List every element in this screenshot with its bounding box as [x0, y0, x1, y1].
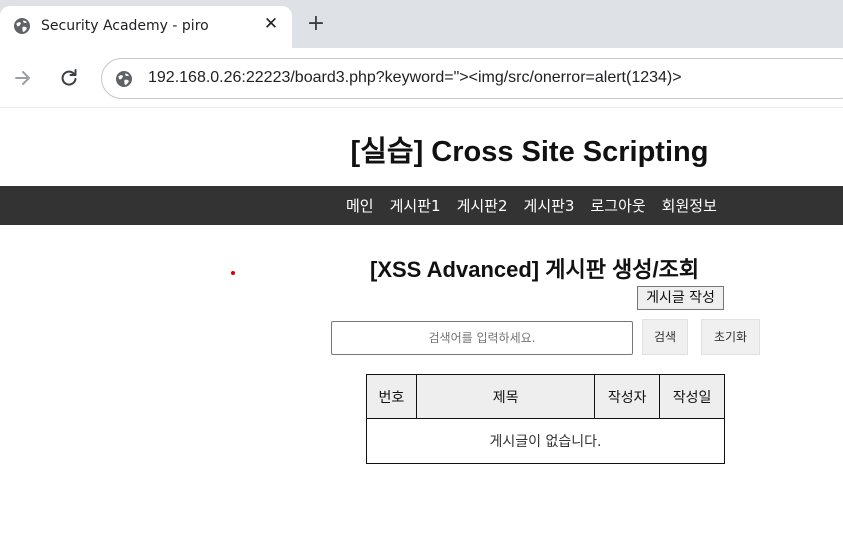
url-text[interactable]: 192.168.0.26:22223/board3.php?keyword=">… [148, 69, 682, 87]
nav-item-member-info[interactable]: 회원정보 [654, 195, 725, 216]
new-tab-button[interactable]: + [305, 13, 327, 35]
browser-tab[interactable]: Security Academy - piro ✕ [0, 6, 292, 48]
board-table: 번호 제목 작성자 작성일 게시글이 없습니다. [366, 374, 725, 464]
browser-toolbar: 192.168.0.26:22223/board3.php?keyword=">… [0, 48, 843, 108]
top-navigation: 메인 게시판1 게시판2 게시판3 로그아웃 회원정보 [0, 186, 843, 225]
nav-item-board3[interactable]: 게시판3 [516, 195, 583, 216]
injected-image-dot [231, 271, 235, 275]
header-date: 작성일 [659, 374, 725, 419]
globe-icon [12, 16, 32, 36]
browser-tabstrip: Security Academy - piro ✕ + [0, 0, 843, 48]
page-title: [실습] Cross Site Scripting [350, 136, 709, 168]
table-header-row: 번호 제목 작성자 작성일 [366, 374, 725, 419]
nav-item-main[interactable]: 메인 [338, 195, 382, 216]
address-bar[interactable]: 192.168.0.26:22223/board3.php?keyword=">… [101, 58, 843, 99]
tab-title: Security Academy - piro [41, 18, 209, 34]
empty-message: 게시글이 없습니다. [366, 418, 725, 464]
nav-item-board1[interactable]: 게시판1 [382, 195, 449, 216]
header-title: 제목 [415, 374, 596, 419]
reload-icon[interactable] [58, 67, 80, 89]
reset-button[interactable]: 초기화 [701, 319, 760, 355]
site-info-icon[interactable] [114, 69, 134, 89]
header-author: 작성자 [594, 374, 661, 419]
nav-item-board2[interactable]: 게시판2 [449, 195, 516, 216]
board-section-title: [XSS Advanced] 게시판 생성/조회 [370, 257, 700, 282]
header-number: 번호 [366, 374, 417, 419]
table-row: 게시글이 없습니다. [366, 418, 725, 464]
write-post-button[interactable]: 게시글 작성 [637, 286, 724, 310]
close-tab-icon[interactable]: ✕ [262, 15, 280, 33]
nav-item-logout[interactable]: 로그아웃 [582, 195, 653, 216]
search-input[interactable]: 검색어를 입력하세요. [331, 321, 633, 355]
forward-arrow-icon[interactable] [12, 67, 34, 89]
search-button[interactable]: 검색 [642, 319, 688, 355]
